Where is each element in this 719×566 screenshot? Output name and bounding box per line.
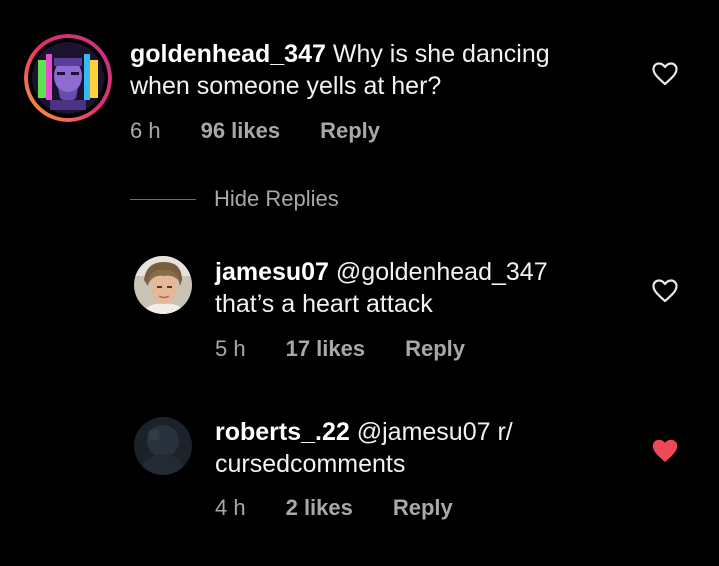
hide-replies-toggle[interactable]: Hide Replies (130, 186, 339, 212)
reply-button[interactable]: Reply (405, 336, 465, 362)
comment-meta: 6 h 96 likes Reply (130, 118, 380, 144)
comment-body: cursedcomments (215, 450, 406, 478)
comment-time: 6 h (130, 118, 161, 143)
reply-button[interactable]: Reply (393, 495, 453, 521)
avatar[interactable] (134, 256, 192, 314)
reply-jamesu07: jamesu07 @goldenhead_347 that’s a heart … (0, 240, 719, 380)
comment-username[interactable]: jamesu07 (215, 258, 329, 286)
likes-count[interactable]: 2 likes (286, 495, 353, 521)
reply-roberts: roberts_.22 @jamesu07 r/ cursedcomments … (0, 400, 719, 540)
likes-count[interactable]: 17 likes (286, 336, 366, 362)
avatar[interactable] (24, 34, 112, 122)
mention-link[interactable]: @goldenhead_347 (329, 258, 548, 286)
comment-body: that’s a heart attack (215, 290, 433, 318)
likes-count[interactable]: 96 likes (201, 118, 281, 144)
heart-filled-icon[interactable] (652, 439, 678, 463)
divider (130, 198, 196, 200)
comment-time: 4 h (215, 495, 246, 520)
avatar-image (134, 256, 192, 314)
comment-time: 5 h (215, 336, 246, 361)
comment-text: jamesu07 @goldenhead_347 that’s a heart … (215, 256, 635, 320)
comment-text: roberts_.22 @jamesu07 r/ cursedcomments (215, 416, 635, 480)
comment-goldenhead: goldenhead_347 Why is she dancing when s… (0, 0, 719, 170)
hide-replies-label: Hide Replies (214, 186, 339, 211)
comment-text: goldenhead_347 Why is she dancing when s… (130, 38, 600, 102)
avatar[interactable] (134, 417, 192, 475)
reply-button[interactable]: Reply (320, 118, 380, 144)
comment-username[interactable]: goldenhead_347 (130, 40, 326, 68)
comment-meta: 5 h 17 likes Reply (215, 336, 465, 362)
comment-meta: 4 h 2 likes Reply (215, 495, 453, 521)
mention-link[interactable]: @jamesu07 r/ (350, 418, 513, 446)
avatar-image (134, 417, 192, 475)
avatar-image (24, 34, 112, 122)
heart-icon[interactable] (652, 62, 678, 86)
heart-icon[interactable] (652, 279, 678, 303)
comment-username[interactable]: roberts_.22 (215, 418, 350, 446)
